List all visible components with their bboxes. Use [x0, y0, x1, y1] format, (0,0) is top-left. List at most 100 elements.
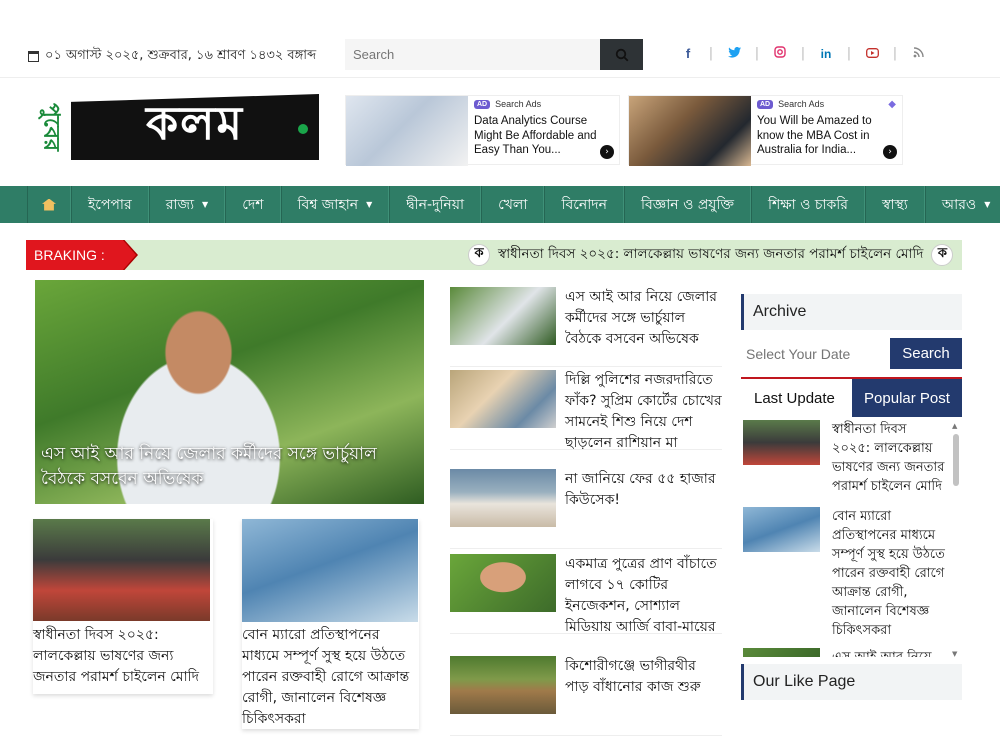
- nav-item-world[interactable]: বিশ্ব জাহান ▼: [280, 186, 390, 223]
- ad-text: You Will be Amazed to know the MBA Cost …: [757, 115, 872, 156]
- divider: |: [892, 46, 898, 61]
- list-item[interactable]: দিল্লি পুলিশের নজরদারিতে ফাঁক? সুপ্রিম ক…: [450, 370, 722, 451]
- ticker-track: ক স্বাধীনতা দিবস ২০২৫: লালকেল্লায় ভাষণে…: [468, 243, 954, 266]
- ad-badge: AD: [757, 99, 774, 109]
- list-item-title[interactable]: এস আই আর নিয়ে জেলার কর্মীদের সঙ্গে ভার্…: [565, 287, 722, 350]
- logo-dot: [298, 124, 308, 134]
- date-display: ০১ অগাস্ট ২০২৫, শুক্রবার, ১৬ শ্রাবণ ১৪৩২…: [28, 46, 316, 67]
- card-title[interactable]: স্বাধীনতা দিবস ২০২৫: লালকেল্লায় ভাষণের …: [33, 625, 213, 688]
- ad-badge: AD: [474, 99, 491, 109]
- social-links: f | | | in | |: [680, 46, 926, 61]
- list-item-image: [450, 469, 556, 527]
- scroll-thumb[interactable]: [953, 434, 959, 486]
- list-item[interactable]: না জানিয়ে ফের ৫৫ হাজার কিউসেক!: [450, 469, 722, 549]
- scroll-up-icon[interactable]: ▲: [952, 422, 957, 430]
- main-nav: ইপেপার রাজ্য ▼ দেশ বিশ্ব জাহান ▼ দ্বীন-দুন…: [0, 186, 1000, 223]
- site-logo[interactable]: পুবের কলম: [33, 92, 319, 164]
- news-card[interactable]: বোন ম্যারো প্রতিস্থাপনের মাধ্যমে সম্পূর্…: [242, 519, 419, 729]
- list-item-image: [450, 287, 556, 345]
- sidebar-scrollbar[interactable]: ▲ ▼: [952, 422, 959, 658]
- ad-text: Data Analytics Course Might Be Affordabl…: [474, 115, 597, 156]
- nav-item-more[interactable]: আরও ▼: [924, 186, 1000, 223]
- search-input[interactable]: [345, 39, 600, 70]
- logo-k-icon: ক: [468, 243, 490, 266]
- card-image: [33, 519, 210, 621]
- ad-image: [629, 96, 751, 166]
- adchoices-icon[interactable]: ◆: [888, 99, 896, 110]
- logo-side-text: পুবের: [38, 102, 64, 152]
- nav-item-science[interactable]: বিজ্ঞান ও প্রযুক্তি: [624, 186, 751, 223]
- breaking-ticker: BRAKING : ক স্বাধীনতা দিবস ২০২৫: লালকেল্…: [26, 240, 962, 270]
- chevron-down-icon: ▼: [202, 200, 209, 209]
- sidebar-post-image: [743, 420, 820, 465]
- nav-item-religion[interactable]: দ্বীন-দুনিয়া: [389, 186, 482, 223]
- youtube-icon[interactable]: [864, 46, 880, 61]
- search-box: [345, 39, 643, 70]
- lead-story[interactable]: এস আই আর নিয়ে জেলার কর্মীদের সঙ্গে ভার্…: [35, 280, 424, 504]
- sidebar-post-title[interactable]: এস আই আর নিয়ে: [832, 648, 948, 657]
- archive-heading: Archive: [741, 294, 962, 330]
- nav-item-entertainment[interactable]: বিনোদন: [544, 186, 624, 223]
- divider: |: [754, 46, 760, 61]
- list-item-title[interactable]: না জানিয়ে ফের ৫৫ হাজার কিউসেক!: [565, 469, 722, 511]
- linkedin-icon[interactable]: in: [818, 47, 834, 61]
- archive-date-input[interactable]: [741, 338, 889, 369]
- lead-title[interactable]: এস আই আর নিয়ে জেলার কর্মীদের সঙ্গে ভার্…: [41, 442, 411, 492]
- chevron-down-icon: ▼: [366, 200, 373, 209]
- list-item[interactable]: একমাত্র পুত্রের প্রাণ বাঁচাতে লাগবে ১৭ ক…: [450, 554, 722, 635]
- twitter-icon[interactable]: [726, 46, 742, 61]
- logo-word: কলম: [71, 94, 319, 160]
- list-item[interactable]: এস আই আর নিয়ে জেলার কর্মীদের সঙ্গে ভার্…: [450, 287, 722, 367]
- list-item-image: [450, 370, 556, 428]
- nav-item-education[interactable]: শিক্ষা ও চাকরি: [750, 186, 865, 223]
- chevron-right-icon[interactable]: ›: [600, 145, 614, 159]
- chevron-down-icon: ▼: [984, 200, 991, 209]
- chevron-right-icon[interactable]: ›: [883, 145, 897, 159]
- facebook-icon[interactable]: f: [680, 46, 696, 61]
- instagram-icon[interactable]: [772, 46, 788, 61]
- home-icon: [42, 198, 56, 211]
- rss-icon[interactable]: [910, 46, 926, 61]
- ad-banner[interactable]: AD Search Ads Data Analytics Course Migh…: [345, 95, 620, 166]
- breaking-label: BRAKING :: [26, 240, 136, 270]
- search-icon: [615, 48, 628, 61]
- nav-item-health[interactable]: স্বাস্থ্য: [864, 186, 925, 223]
- date-text: ০১ অগাস্ট ২০২৫, শুক্রবার, ১৬ শ্রাবণ ১৪৩২…: [45, 48, 317, 63]
- card-title[interactable]: বোন ম্যারো প্রতিস্থাপনের মাধ্যমে সম্পূর্…: [242, 625, 419, 730]
- calendar-icon: [28, 51, 39, 62]
- sidebar-post-title[interactable]: স্বাধীনতা দিবস ২০২৫: লালকেল্লায় ভাষণের …: [832, 420, 948, 496]
- tab-last-update[interactable]: Last Update: [741, 379, 851, 417]
- list-item[interactable]: কিশোরীগঞ্জে ভাগীরথীর পাড় বাঁধানোর কাজ শ…: [450, 656, 722, 736]
- ad-tag: AD Search Ads: [757, 99, 824, 109]
- nav-item-state[interactable]: রাজ্য ▼: [148, 186, 226, 223]
- divider: |: [800, 46, 806, 61]
- list-item-title[interactable]: দিল্লি পুলিশের নজরদারিতে ফাঁক? সুপ্রিম ক…: [565, 370, 722, 454]
- nav-home[interactable]: [27, 186, 71, 223]
- ad-image: [346, 96, 468, 166]
- ad-tag-text: Search Ads: [778, 99, 825, 109]
- ad-tag-text: Search Ads: [495, 99, 542, 109]
- search-button[interactable]: [600, 39, 643, 70]
- ad-banner[interactable]: AD Search Ads ◆ You Will be Amazed to kn…: [628, 95, 903, 166]
- sidebar-post-title[interactable]: বোন ম্যারো প্রতিস্থাপনের মাধ্যমে সম্পূর্…: [832, 507, 948, 640]
- last-update-list: স্বাধীনতা দিবস ২০২৫: লালকেল্লায় ভাষণের …: [741, 420, 962, 657]
- sidebar-post-image: [743, 648, 820, 657]
- ticker-headline[interactable]: স্বাধীনতা দিবস ২০২৫: লালকেল্লায় ভাষণের …: [498, 243, 923, 266]
- nav-item-country[interactable]: দেশ: [225, 186, 281, 223]
- nav-item-epaper[interactable]: ইপেপার: [71, 186, 149, 223]
- card-image: [242, 519, 418, 622]
- our-like-page-heading: Our Like Page: [741, 664, 962, 700]
- archive-search-button[interactable]: Search: [890, 338, 962, 369]
- list-item-image: [450, 656, 556, 714]
- nav-item-sports[interactable]: খেলা: [481, 186, 545, 223]
- tab-popular-post[interactable]: Popular Post: [852, 379, 962, 417]
- divider: |: [846, 46, 852, 61]
- sidebar-post-image: [743, 507, 820, 552]
- list-item-title[interactable]: একমাত্র পুত্রের প্রাণ বাঁচাতে লাগবে ১৭ ক…: [565, 554, 722, 638]
- news-card[interactable]: স্বাধীনতা দিবস ২০২৫: লালকেল্লায় ভাষণের …: [33, 519, 213, 694]
- scroll-down-icon[interactable]: ▼: [952, 650, 957, 658]
- top-bar: ০১ অগাস্ট ২০২৫, শুক্রবার, ১৬ শ্রাবণ ১৪৩২…: [0, 0, 1000, 78]
- list-item-title[interactable]: কিশোরীগঞ্জে ভাগীরথীর পাড় বাঁধানোর কাজ শ…: [565, 656, 722, 698]
- list-item-image: [450, 554, 556, 612]
- divider: |: [708, 46, 714, 61]
